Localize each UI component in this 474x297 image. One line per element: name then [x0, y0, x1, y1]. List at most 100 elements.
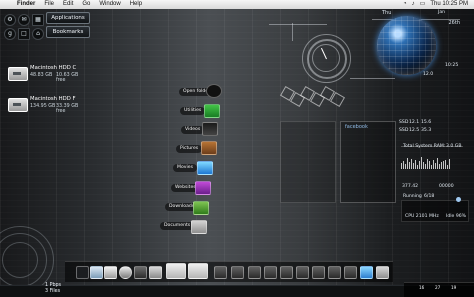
drive-name: Macintosh HDD C: [30, 65, 77, 71]
bottom-value-3: 19: [451, 285, 457, 290]
stack-label-videos[interactable]: Videos: [181, 126, 205, 134]
websites-icon[interactable]: [195, 181, 211, 195]
dock-app-gray[interactable]: [149, 266, 162, 279]
bottom-value-2: 27: [435, 285, 441, 290]
hud-ring-inner: [312, 44, 340, 72]
running-value: 6/18: [424, 194, 435, 199]
bottom-value-1: 16: [419, 285, 425, 290]
stack-label-documents[interactable]: Documents: [160, 222, 195, 230]
dock-app-finder[interactable]: [90, 266, 103, 279]
grid-icon[interactable]: ▦: [32, 14, 44, 26]
dock-app-10[interactable]: [328, 266, 341, 279]
ram-bars: [401, 157, 463, 169]
graph-value-2: 00000: [439, 184, 454, 189]
mail-icon[interactable]: ✉: [18, 14, 30, 26]
bottom-left-ring-3: [2, 242, 38, 278]
stack-label-utilities[interactable]: Utilities: [180, 107, 206, 115]
dock-folder-1[interactable]: [166, 263, 186, 279]
dock-app-black[interactable]: [134, 266, 147, 279]
menu-help[interactable]: Help: [130, 0, 142, 9]
facebook-widget[interactable]: facebook: [340, 121, 396, 203]
bookmarks-button[interactable]: Bookmarks: [46, 26, 90, 38]
videos-icon[interactable]: [202, 122, 218, 136]
dock-app-3[interactable]: [214, 266, 227, 279]
weather-value: 12.0: [423, 72, 434, 77]
hud-line: [292, 23, 293, 41]
menu-file[interactable]: File: [44, 0, 54, 9]
status-dot-icon: [456, 197, 461, 202]
menu-items: Finder File Edit Go Window Help: [17, 0, 142, 9]
ram-label: Total System RAM:: [403, 144, 446, 149]
menu-edit[interactable]: Edit: [63, 0, 73, 9]
drive-size: 48.83 GB: [30, 73, 53, 78]
drive-f[interactable]: Macintosh HDD F 134.95 GB 33.39 GB free: [8, 96, 88, 118]
volume-icon[interactable]: ♪: [412, 0, 415, 9]
hard-drive-icon: [8, 67, 28, 81]
pictures-icon[interactable]: [201, 141, 217, 155]
ram-meter: [401, 146, 463, 169]
dock-app-mail[interactable]: [76, 266, 89, 279]
notes-widget: [280, 121, 336, 203]
dock-trash[interactable]: [376, 266, 389, 279]
bottom-left-label-2: 3 Files: [45, 289, 61, 294]
dock-folder-2[interactable]: [188, 263, 208, 279]
movies-icon[interactable]: [197, 161, 213, 175]
disk-stat-0: SSD: [399, 120, 409, 125]
wifi-icon[interactable]: ◔: [403, 0, 407, 9]
window-icon[interactable]: □: [18, 28, 30, 40]
graph-value-1: 377.42: [402, 184, 419, 189]
cpu-widget: CPU 2101 MHz Idle 96%: [401, 200, 469, 222]
drive-name: Macintosh HDD F: [30, 96, 76, 102]
dock-app-5[interactable]: [248, 266, 261, 279]
bottom-left-label-1: 1 Pbps: [45, 283, 62, 288]
disk-stat-2: 12.1: [409, 120, 420, 125]
cpu-label: CPU 2101 MHz: [405, 214, 439, 219]
disk-stat-4: 12.5: [409, 128, 420, 133]
documents-icon[interactable]: [191, 220, 207, 234]
dock-app-8[interactable]: [296, 266, 309, 279]
drive-size: 134.95 GB: [30, 104, 56, 109]
menu-status-area: ◔ ♪ ▭ Thu 10:25 PM: [403, 0, 468, 9]
hud-line: [269, 24, 327, 25]
disk-stat-1: SSD: [399, 128, 409, 133]
drive-c[interactable]: Macintosh HDD C 48.83 GB 10.63 GB free: [8, 65, 88, 87]
hud-line: [350, 78, 395, 79]
dock-app-7[interactable]: [280, 266, 293, 279]
dock-app-9[interactable]: [312, 266, 325, 279]
menu-window[interactable]: Window: [99, 0, 120, 9]
date-num: 26th: [448, 20, 461, 26]
date-month: Jan: [438, 10, 446, 15]
small-clock: 10:25: [445, 63, 459, 68]
idle-label: Idle 96%: [446, 214, 467, 219]
dock-app-11[interactable]: [344, 266, 357, 279]
battery-icon[interactable]: ▭: [420, 0, 426, 9]
disk-stat-3: 15.6: [421, 120, 432, 125]
facebook-title: facebook: [345, 124, 368, 130]
dock-app-12[interactable]: [360, 266, 373, 279]
downloads-icon[interactable]: [193, 201, 209, 215]
bottom-strip: [0, 285, 474, 297]
running-label: Running: [403, 194, 422, 199]
stack-label-pictures[interactable]: Pictures: [176, 145, 203, 153]
bottom-right-panel: 16 27 19: [404, 282, 474, 297]
settings-icon[interactable]: ⚙: [4, 14, 16, 26]
date-day: Thu: [382, 10, 392, 16]
dock-app-preview[interactable]: [104, 266, 117, 279]
stack-label-movies[interactable]: Movies: [173, 164, 197, 172]
hard-drive-icon: [8, 98, 28, 112]
dock-app-sync[interactable]: [119, 266, 132, 279]
dock-app-4[interactable]: [231, 266, 244, 279]
utilities-icon[interactable]: [204, 104, 220, 118]
disk-stat-5: 35.3: [421, 128, 432, 133]
drive-free: 10.63 GB free: [56, 73, 79, 83]
open-folder-icon[interactable]: [206, 84, 222, 98]
dock-app-6[interactable]: [264, 266, 277, 279]
menu-finder[interactable]: Finder: [17, 0, 35, 9]
globe-widget: [377, 16, 436, 75]
lock-icon[interactable]: ⌂: [32, 28, 44, 40]
ram-value: 3.0 GB: [446, 144, 462, 149]
menu-clock[interactable]: Thu 10:25 PM: [430, 0, 468, 9]
applications-button[interactable]: Applications: [46, 12, 90, 24]
google-icon[interactable]: g: [4, 28, 16, 40]
menu-go[interactable]: Go: [82, 0, 90, 9]
